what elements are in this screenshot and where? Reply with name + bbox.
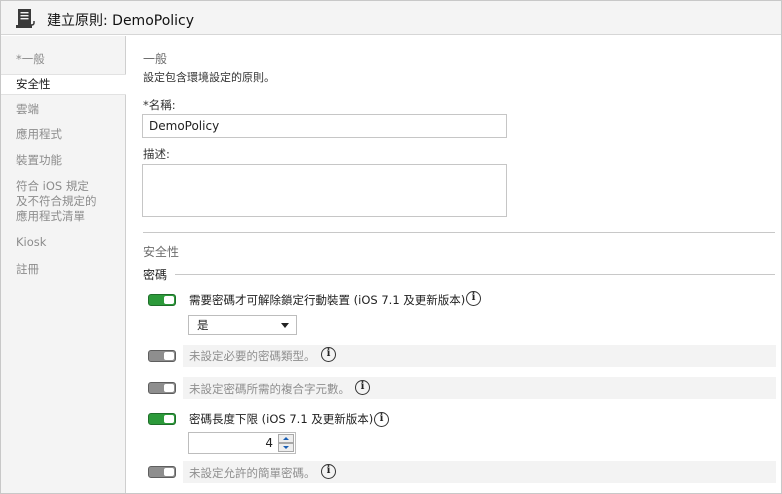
sidebar-nav: *一般 安全性 雲端 應用程式 裝置功能 符合 iOS 規定 及不符合規定的 應… (1, 36, 126, 493)
min-length-value: 4 (265, 436, 273, 450)
require-password-toggle[interactable] (148, 294, 176, 306)
description-label: 描述: (143, 147, 170, 161)
section-description: 設定包含環境設定的原則。 (143, 71, 275, 84)
main-panel: 一般 設定包含環境設定的原則。 *名稱: 描述: 安全性 密碼 需要密碼才可解除… (127, 36, 781, 493)
section-divider (143, 232, 775, 233)
simple-password-label: 未設定允許的簡單密碼。 (189, 466, 316, 480)
sidebar-item-device-features[interactable]: 裝置功能 (1, 153, 126, 168)
sidebar-item-kiosk[interactable]: Kiosk (1, 235, 126, 250)
name-label: *名稱: (143, 98, 176, 112)
sidebar-item-apps[interactable]: 應用程式 (1, 127, 126, 142)
password-type-toggle[interactable] (148, 350, 176, 362)
info-icon[interactable]: i (355, 380, 370, 395)
sidebar-item-ios-app-list[interactable]: 符合 iOS 規定 及不符合規定的 應用程式清單 (1, 179, 126, 224)
require-password-select-value: 是 (197, 318, 209, 332)
sidebar-item-security[interactable]: 安全性 (1, 74, 126, 95)
sidebar-item-cloud[interactable]: 雲端 (1, 102, 126, 117)
info-icon[interactable]: i (466, 291, 481, 306)
require-password-select[interactable]: 是 (188, 315, 297, 335)
min-length-toggle[interactable] (148, 413, 176, 425)
title-bar: 建立原則: DemoPolicy (1, 1, 781, 35)
chevron-down-icon (281, 323, 289, 328)
section-heading-security: 安全性 (143, 245, 180, 259)
window-title: 建立原則: DemoPolicy (47, 13, 195, 29)
simple-password-toggle[interactable] (148, 466, 176, 478)
stepper-down-icon[interactable] (278, 443, 294, 452)
min-length-label: 密碼長度下限 (iOS 7.1 及更新版本) (189, 412, 374, 426)
password-group-line (175, 274, 775, 275)
complex-chars-toggle[interactable] (148, 382, 176, 394)
sidebar-item-ios-app-list-line1: 符合 iOS 規定 (16, 179, 89, 193)
info-icon[interactable]: i (321, 347, 336, 362)
require-password-label: 需要密碼才可解除鎖定行動裝置 (iOS 7.1 及更新版本) (189, 293, 466, 307)
complex-chars-label: 未設定密碼所需的複合字元數。 (189, 382, 350, 396)
stepper-up-icon[interactable] (278, 434, 294, 443)
name-input[interactable] (142, 114, 507, 138)
password-type-label: 未設定必要的密碼類型。 (189, 349, 316, 363)
sidebar-item-enrollment[interactable]: 註冊 (1, 262, 126, 277)
min-length-stepper[interactable]: 4 (188, 432, 296, 454)
sidebar-item-general[interactable]: *一般 (1, 52, 126, 67)
sidebar-item-ios-app-list-line2: 及不符合規定的 (16, 194, 97, 208)
document-scroll-icon (16, 9, 35, 28)
section-heading-general: 一般 (143, 52, 168, 66)
description-textarea[interactable] (142, 164, 507, 217)
info-icon[interactable]: i (321, 464, 336, 479)
sidebar-item-ios-app-list-line3: 應用程式清單 (16, 209, 85, 223)
password-group-title: 密碼 (143, 268, 168, 282)
info-icon[interactable]: i (374, 412, 389, 427)
